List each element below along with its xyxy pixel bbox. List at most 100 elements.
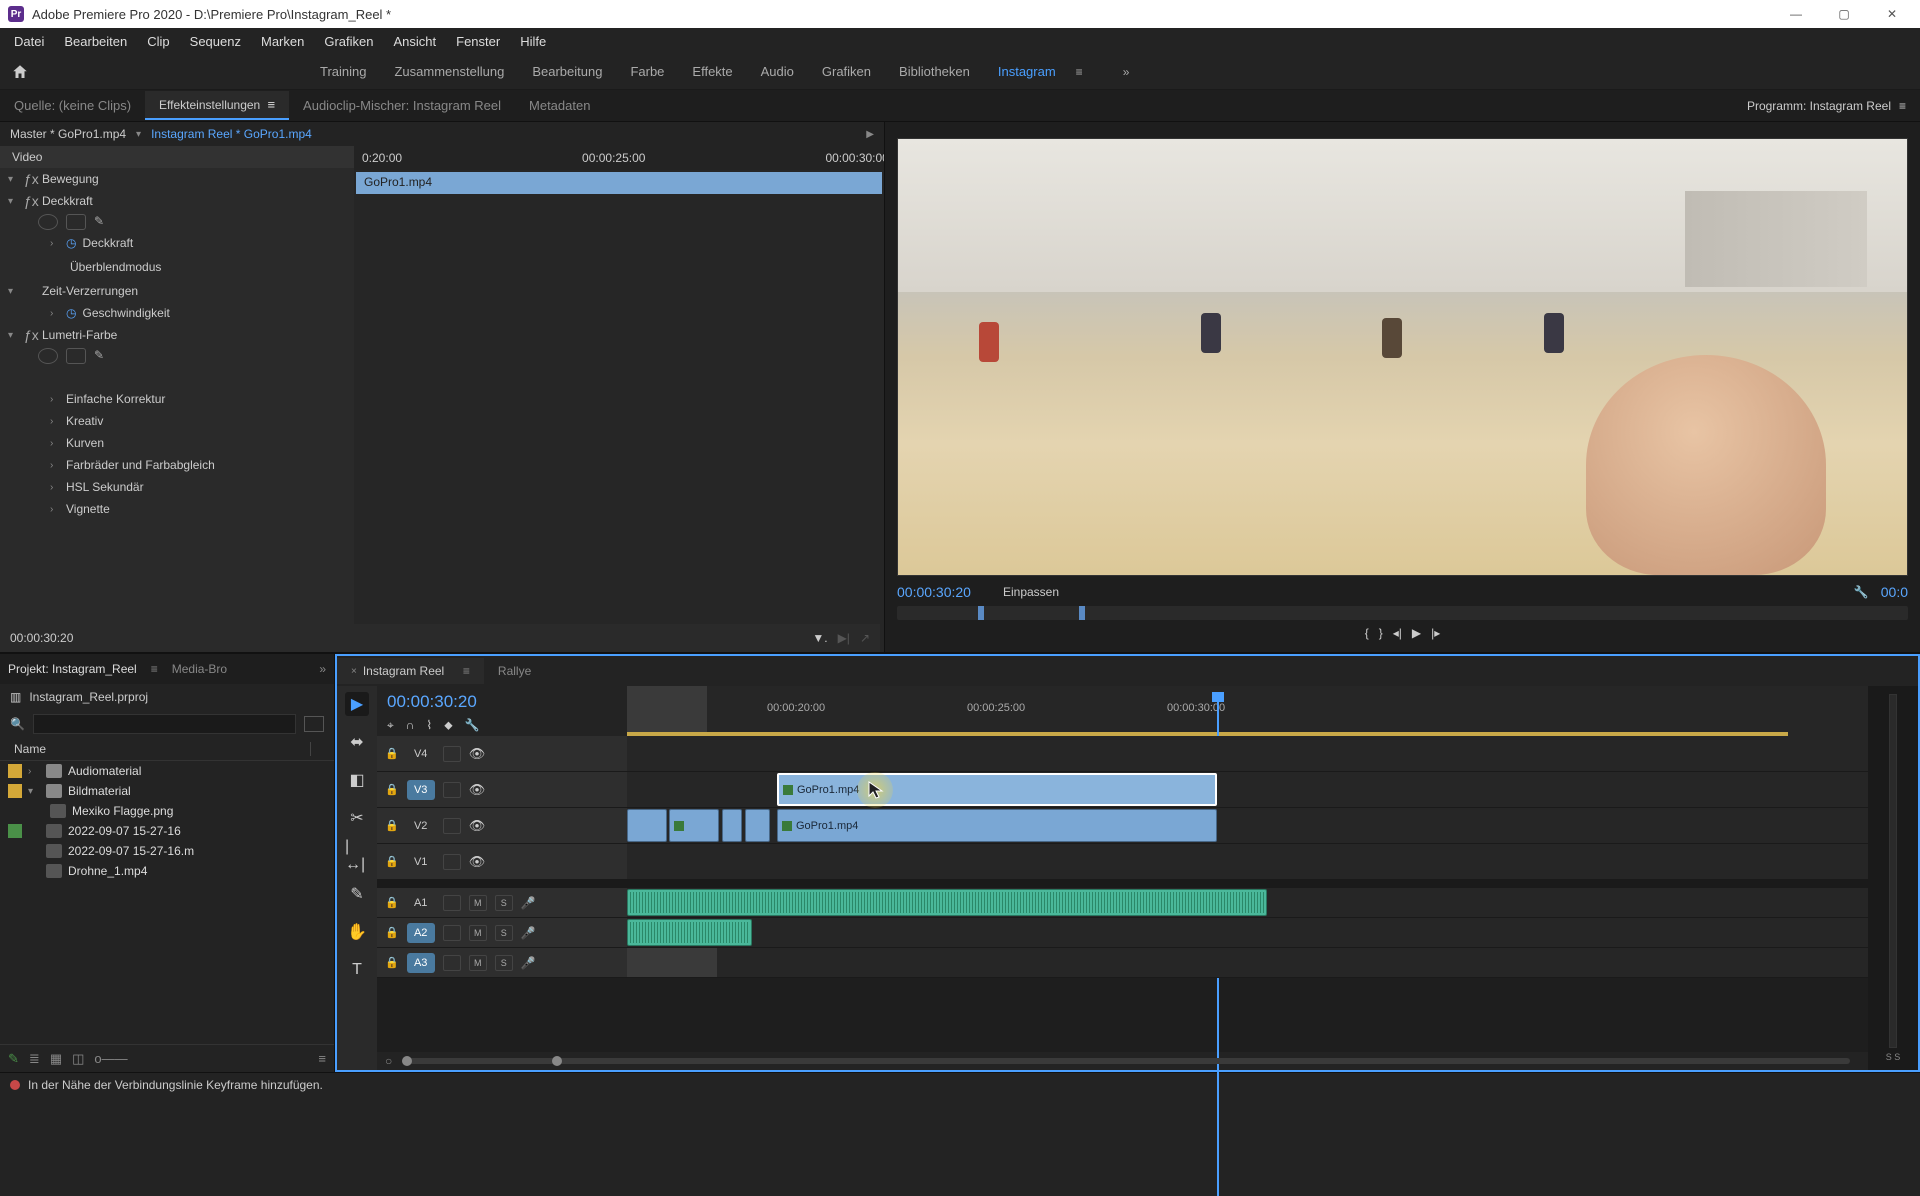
effect-timecode[interactable]: 00:00:30:20 — [10, 631, 73, 645]
step-icon[interactable]: ▶| — [838, 631, 850, 645]
menu-icon[interactable]: ≡ — [151, 662, 158, 676]
sync-lock-button[interactable] — [443, 818, 461, 834]
sequence-clip-label[interactable]: Instagram Reel * GoPro1.mp4 — [151, 127, 312, 141]
lock-icon[interactable]: 🔒 — [385, 783, 399, 796]
tab-programm[interactable]: Programm: Instagram Reel≡ — [1733, 93, 1920, 119]
menu-icon[interactable]: ≡ — [1899, 99, 1906, 113]
ws-bearbeitung[interactable]: Bearbeitung — [532, 64, 602, 79]
mark-in-button[interactable]: { — [1365, 626, 1369, 640]
view-toggle-button[interactable] — [304, 716, 324, 732]
tab-audioclip-mischer[interactable]: Audioclip-Mischer: Instagram Reel — [289, 92, 515, 119]
sync-lock-button[interactable] — [443, 746, 461, 762]
zoom-out-handle[interactable]: ○ — [385, 1054, 392, 1068]
lock-icon[interactable]: 🔒 — [385, 926, 399, 939]
slip-tool[interactable]: |↔| — [345, 844, 369, 868]
step-fwd-button[interactable]: |▸ — [1431, 626, 1440, 640]
ws-overflow-icon[interactable]: » — [1123, 65, 1130, 79]
mic-icon[interactable]: 🎤 — [521, 896, 536, 910]
list-item[interactable]: ▾Bildmaterial — [0, 781, 334, 801]
minimize-button[interactable]: — — [1776, 0, 1816, 28]
close-icon[interactable]: × — [351, 666, 357, 677]
lock-icon[interactable]: 🔒 — [385, 896, 399, 909]
sequence-tab[interactable]: ×Instagram Reel ≡ — [337, 658, 484, 684]
ellipse-mask-button[interactable] — [38, 348, 58, 364]
lock-icon[interactable]: 🔒 — [385, 819, 399, 832]
column-name[interactable]: Name — [14, 742, 46, 756]
play-icon[interactable]: ▶ — [866, 129, 874, 140]
stopwatch-icon[interactable]: ◷ — [66, 236, 76, 250]
audio-clip[interactable] — [627, 919, 752, 946]
menu-hilfe[interactable]: Hilfe — [510, 30, 556, 53]
clip-gopro1-v3[interactable]: GoPro1.mp4 — [777, 773, 1217, 806]
ws-farbe[interactable]: Farbe — [630, 64, 664, 79]
ws-effekte[interactable]: Effekte — [692, 64, 732, 79]
menu-ansicht[interactable]: Ansicht — [383, 30, 446, 53]
maximize-button[interactable]: ▢ — [1824, 0, 1864, 28]
clip[interactable] — [627, 809, 667, 842]
clip[interactable] — [669, 809, 719, 842]
tab-effekteinstellungen[interactable]: Effekteinstellungen ≡ — [145, 91, 289, 120]
icon-view-button[interactable]: ▦ — [50, 1051, 62, 1067]
mark-out-button[interactable]: } — [1379, 626, 1383, 640]
ws-audio[interactable]: Audio — [761, 64, 794, 79]
home-button[interactable] — [0, 63, 40, 81]
eye-icon[interactable]: 👁 — [469, 818, 486, 834]
program-viewport[interactable] — [897, 138, 1908, 576]
lock-icon[interactable]: 🔒 — [385, 855, 399, 868]
overflow-icon[interactable]: » — [319, 662, 326, 676]
menu-bearbeiten[interactable]: Bearbeiten — [54, 30, 137, 53]
pen-tool[interactable]: ✎ — [345, 882, 369, 906]
menu-clip[interactable]: Clip — [137, 30, 179, 53]
solo-button[interactable]: S — [495, 925, 513, 941]
sync-lock-button[interactable] — [443, 895, 461, 911]
ws-instagram[interactable]: Instagram — [998, 64, 1056, 79]
hand-tool[interactable]: ✋ — [345, 920, 369, 944]
mute-button[interactable]: M — [469, 955, 487, 971]
ws-bibliotheken[interactable]: Bibliotheken — [899, 64, 970, 79]
search-icon[interactable]: 🔍 — [10, 717, 25, 731]
list-view-button[interactable]: ≣ — [29, 1051, 40, 1067]
menu-marken[interactable]: Marken — [251, 30, 314, 53]
project-list[interactable]: ›Audiomaterial ▾Bildmaterial Mexiko Flag… — [0, 761, 334, 1044]
rect-mask-button[interactable] — [66, 214, 86, 230]
clip[interactable] — [722, 809, 742, 842]
sync-lock-button[interactable] — [443, 782, 461, 798]
mute-button[interactable]: M — [469, 895, 487, 911]
track-select-tool[interactable]: ⬌ — [345, 730, 369, 754]
ws-grafiken[interactable]: Grafiken — [822, 64, 871, 79]
sort-button[interactable]: ≡ — [318, 1051, 326, 1066]
search-input[interactable] — [33, 714, 296, 734]
list-item[interactable]: ›Audiomaterial — [0, 761, 334, 781]
zoom-slider[interactable]: o—— — [94, 1051, 127, 1066]
settings-icon[interactable]: 🔧 — [1854, 585, 1869, 599]
stopwatch-icon[interactable]: ◷ — [66, 306, 76, 320]
new-item-button[interactable]: ✎ — [8, 1051, 19, 1067]
list-item[interactable]: Drohne_1.mp4 — [0, 861, 334, 881]
ws-training[interactable]: Training — [320, 64, 366, 79]
meter-bar[interactable] — [1889, 694, 1897, 1048]
mic-icon[interactable]: 🎤 — [521, 956, 536, 970]
pen-mask-button[interactable]: ✎ — [94, 348, 114, 364]
link-button[interactable]: ⌇ — [426, 718, 432, 733]
step-back-button[interactable]: ◂| — [1393, 626, 1402, 640]
menu-fenster[interactable]: Fenster — [446, 30, 510, 53]
export-icon[interactable]: ↗ — [860, 631, 870, 645]
tab-projekt[interactable]: Projekt: Instagram_Reel — [8, 662, 137, 676]
clip-gopro1-v2[interactable]: GoPro1.mp4 — [777, 809, 1217, 842]
zoom-fit-select[interactable]: Einpassen — [1003, 585, 1059, 599]
pen-mask-button[interactable]: ✎ — [94, 214, 114, 230]
list-item[interactable]: 2022-09-07 15-27-16 — [0, 821, 334, 841]
sync-lock-button[interactable] — [443, 955, 461, 971]
menu-datei[interactable]: Datei — [4, 30, 54, 53]
lock-icon[interactable]: 🔒 — [385, 747, 399, 760]
wrench-button[interactable]: 🔧 — [465, 718, 480, 733]
audio-clip[interactable] — [627, 948, 717, 977]
mic-icon[interactable]: 🎤 — [521, 926, 536, 940]
clip[interactable] — [745, 809, 770, 842]
menu-sequenz[interactable]: Sequenz — [180, 30, 251, 53]
chevron-down-icon[interactable]: ▾ — [136, 129, 141, 140]
sync-lock-button[interactable] — [443, 854, 461, 870]
marker-button[interactable]: ⬥ — [444, 718, 452, 733]
list-item[interactable]: Mexiko Flagge.png — [0, 801, 334, 821]
mute-button[interactable]: M — [469, 925, 487, 941]
